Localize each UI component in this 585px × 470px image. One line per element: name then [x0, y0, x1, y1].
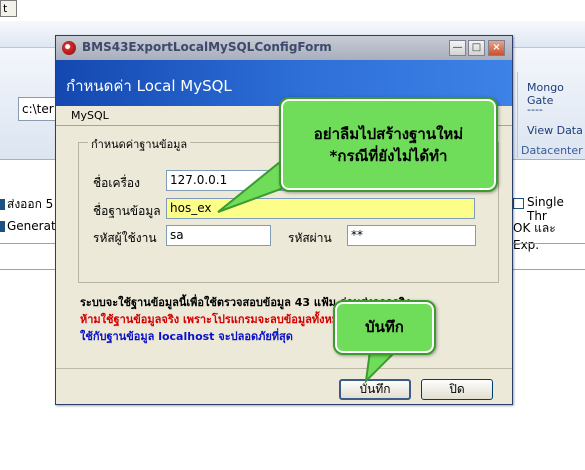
password-label: รหัสผ่าน [288, 231, 332, 245]
username-label: รหัสผู้ใช้งาน [93, 231, 157, 245]
ok-export-label: OK และ Exp. [513, 221, 556, 252]
app-icon [62, 41, 76, 55]
minimize-icon[interactable]: — [449, 40, 466, 56]
db-name-label: ชื่อฐานข้อมูล [93, 204, 161, 218]
export-count-label: ส่งออก 5 [0, 195, 53, 214]
button-divider [56, 368, 512, 369]
window-title: BMS43ExportLocalMySQLConfigForm [82, 40, 332, 54]
maximize-icon[interactable]: □ [468, 40, 485, 56]
username-field[interactable]: sa [166, 225, 271, 246]
close-button[interactable]: ปิด [421, 379, 493, 400]
reminder-callout-line2: *กรณีที่ยังไม่ได้ทำ [329, 147, 448, 165]
export-count-text: ส่งออก 5 [7, 197, 54, 211]
reminder-callout: อย่าลืมไปสร้างฐานใหม่ *กรณีที่ยังไม่ได้ท… [279, 97, 498, 192]
checkbox-edge-icon [0, 199, 5, 210]
note-line-3: ใช้กับฐานข้อมูล localhost จะปลอดภัยที่สุ… [80, 330, 293, 343]
header-title: กำหนดค่า Local MySQL [66, 77, 232, 95]
close-icon[interactable]: × [488, 40, 505, 56]
view-data-link[interactable]: View Data [527, 124, 583, 137]
host-label: ชื่อเครื่อง [93, 176, 140, 190]
generate-label: Generate [0, 219, 63, 233]
datacenter-group-label: Datacenter [521, 144, 583, 157]
config-dialog: BMS43ExportLocalMySQLConfigForm — □ × กำ… [55, 35, 513, 405]
db-name-field[interactable]: hos_ex [166, 198, 475, 219]
datacenter-separator: ---- [527, 103, 543, 116]
dialog-titlebar[interactable]: BMS43ExportLocalMySQLConfigForm — □ × [56, 36, 512, 60]
checkbox-edge-icon [0, 221, 5, 232]
tab-mysql[interactable]: MySQL [71, 109, 109, 122]
reminder-callout-line1: อย่าลืมไปสร้างฐานใหม่ [313, 125, 464, 143]
save-button[interactable]: บันทึก [339, 379, 411, 400]
group-title: กำหนดค่าฐานข้อมูล [88, 135, 191, 153]
single-thread-checkbox[interactable] [513, 198, 524, 209]
password-field[interactable]: ** [347, 225, 476, 246]
background-top-button[interactable]: t [0, 0, 17, 17]
save-callout: บันทึก [333, 300, 436, 355]
